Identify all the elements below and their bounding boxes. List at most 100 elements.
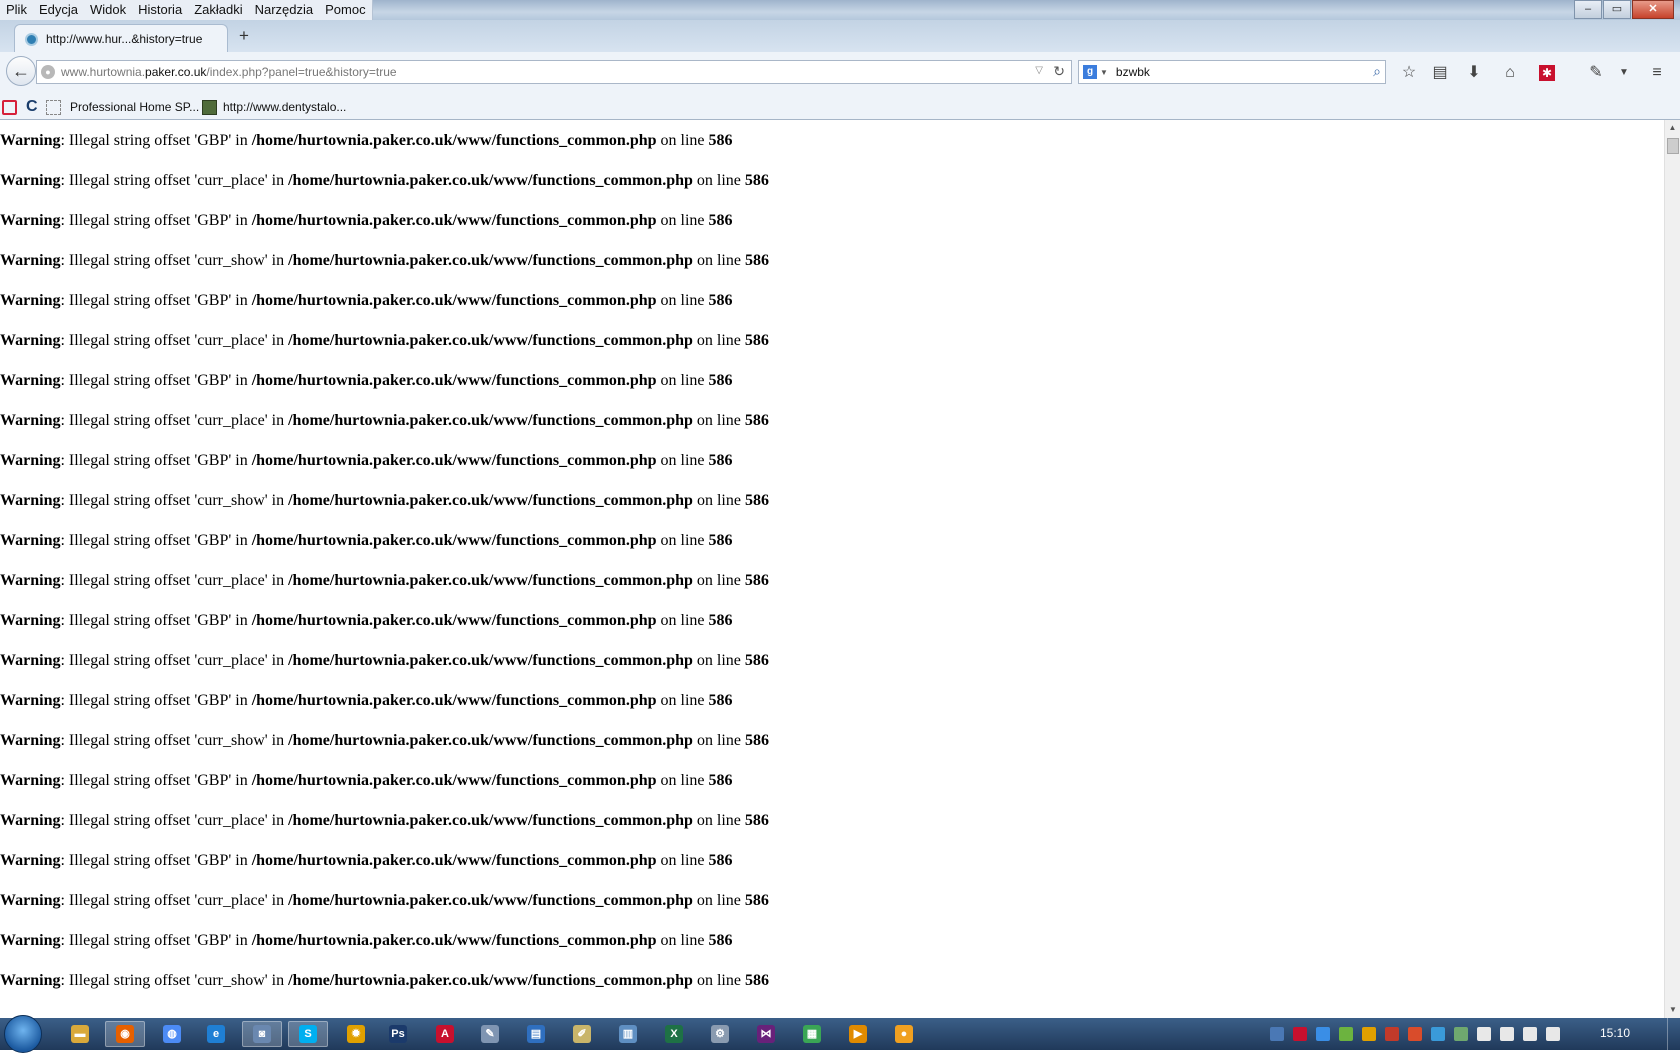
tab-active[interactable]: http://www.hur...&history=true	[14, 24, 228, 53]
tray-icon[interactable]	[1316, 1027, 1330, 1041]
warning-label: Warning	[0, 412, 61, 429]
warning-on-line: on line	[692, 172, 745, 189]
warning-line: Warning: Illegal string offset 'curr_sho…	[0, 970, 769, 992]
tray-icon[interactable]	[1293, 1027, 1307, 1041]
addon-icon[interactable]: ✱	[1539, 65, 1555, 81]
taskbar-app[interactable]: ✐	[562, 1021, 602, 1047]
taskbar-app[interactable]: X	[654, 1021, 694, 1047]
google-icon[interactable]: g	[1083, 65, 1097, 79]
warning-message: : Illegal string offset 'GBP' in	[60, 932, 252, 949]
bookmark-item[interactable]	[2, 98, 23, 116]
scroll-up-arrow-icon[interactable]: ▲	[1665, 120, 1680, 136]
system-tray	[1270, 1018, 1569, 1050]
tray-icon[interactable]	[1523, 1027, 1537, 1041]
tray-icon[interactable]	[1270, 1027, 1284, 1041]
menu-help[interactable]: Pomoc	[319, 0, 371, 20]
taskbar-app[interactable]: ▶	[838, 1021, 878, 1047]
taskbar-app[interactable]: ◙	[242, 1021, 282, 1047]
search-bar[interactable]: g ▼ bzwbk ⌕	[1078, 60, 1386, 84]
tray-icon[interactable]	[1362, 1027, 1376, 1041]
menu-file[interactable]: Plik	[0, 0, 33, 20]
tray-icon[interactable]	[1454, 1027, 1468, 1041]
taskbar-app[interactable]: ▥	[608, 1021, 648, 1047]
warning-on-line: on line	[656, 772, 709, 789]
bookmark-item[interactable]: C	[26, 98, 38, 116]
back-button[interactable]: ←	[6, 56, 36, 86]
minimize-button[interactable]: –	[1574, 0, 1602, 19]
warning-on-line: on line	[656, 452, 709, 469]
warning-on-line: on line	[692, 892, 745, 909]
scroll-thumb[interactable]	[1667, 138, 1679, 154]
warning-message: : Illegal string offset 'curr_place' in	[60, 332, 289, 349]
warning-message: : Illegal string offset 'curr_show' in	[60, 492, 289, 509]
tray-icon[interactable]	[1339, 1027, 1353, 1041]
taskbar-app[interactable]: S	[288, 1021, 328, 1047]
taskbar-app[interactable]: ⋈	[746, 1021, 786, 1047]
taskbar-app[interactable]: ✎	[470, 1021, 510, 1047]
toolbar-dropdown-icon[interactable]: ▼	[1613, 63, 1635, 83]
taskbar-app[interactable]: Ps	[378, 1021, 418, 1047]
warning-label: Warning	[0, 852, 61, 869]
bookmark-label: http://www.dentystalo...	[223, 100, 347, 114]
taskbar-app[interactable]: ▬	[60, 1021, 100, 1047]
new-tab-button[interactable]: +	[234, 26, 254, 46]
bookmark-item[interactable]: Professional Home SP...	[70, 98, 199, 116]
bookmark-item[interactable]	[46, 98, 67, 116]
warning-file-path: /home/hurtownia.paker.co.uk/www/function…	[251, 292, 657, 309]
hamburger-menu-icon[interactable]: ≡	[1646, 63, 1668, 83]
warning-line-number: 586	[708, 452, 733, 469]
taskbar-app[interactable]: ⚙	[700, 1021, 740, 1047]
close-button[interactable]: ✕	[1632, 0, 1674, 19]
menu-edit[interactable]: Edycja	[33, 0, 84, 20]
spreadsheet-icon: X	[665, 1025, 683, 1043]
taskbar-app[interactable]: e	[196, 1021, 236, 1047]
reload-icon[interactable]: ↻	[1053, 63, 1065, 80]
url-bar[interactable]: ● www.hurtownia.paker.co.uk/index.php?pa…	[36, 60, 1072, 84]
search-magnifier-icon[interactable]: ⌕	[1373, 63, 1381, 80]
warning-message: : Illegal string offset 'GBP' in	[60, 772, 252, 789]
warning-on-line: on line	[656, 692, 709, 709]
menu-bookmarks[interactable]: Zakładki	[188, 0, 248, 20]
clock[interactable]: 15:10	[1600, 1026, 1630, 1040]
back-arrow-icon: ←	[12, 61, 30, 81]
bookmark-label: Professional Home SP...	[70, 100, 200, 114]
warning-message: : Illegal string offset 'curr_place' in	[60, 892, 289, 909]
tray-icon[interactable]	[1431, 1027, 1445, 1041]
tray-icon[interactable]	[1385, 1027, 1399, 1041]
search-input[interactable]: bzwbk	[1116, 65, 1150, 79]
menu-history[interactable]: Historia	[132, 0, 188, 20]
url-history-dropdown-icon[interactable]: ▽	[1035, 65, 1043, 76]
warning-file-path: /home/hurtownia.paker.co.uk/www/function…	[251, 212, 657, 229]
bookmark-item[interactable]: http://www.dentystalo...	[202, 98, 346, 116]
globe-icon	[25, 32, 38, 46]
acrobat-icon: A	[436, 1025, 454, 1043]
warning-label: Warning	[0, 492, 61, 509]
taskbar-app[interactable]: ▦	[792, 1021, 832, 1047]
taskbar-app[interactable]: ◉	[105, 1021, 145, 1047]
window-titlebar: Plik Edycja Widok Historia Zakładki Narz…	[0, 0, 1680, 21]
show-desktop-button[interactable]	[1667, 1018, 1680, 1050]
warning-line: Warning: Illegal string offset 'GBP' in …	[0, 290, 733, 312]
scroll-down-arrow-icon[interactable]: ▼	[1665, 1002, 1680, 1018]
taskbar-app[interactable]: ◍	[152, 1021, 192, 1047]
bookmarks-menu-icon[interactable]: ▤	[1429, 63, 1451, 83]
menu-view[interactable]: Widok	[84, 0, 132, 20]
feedback-icon[interactable]: ✎	[1585, 63, 1607, 83]
site-identity-icon[interactable]: ●	[41, 65, 55, 79]
taskbar-app[interactable]: A	[425, 1021, 465, 1047]
tray-icon[interactable]	[1546, 1027, 1560, 1041]
home-icon[interactable]: ⌂	[1499, 63, 1521, 83]
bookmark-star-icon[interactable]: ☆	[1398, 63, 1420, 83]
tray-icon[interactable]	[1408, 1027, 1422, 1041]
vertical-scrollbar[interactable]: ▲ ▼	[1664, 120, 1680, 1018]
taskbar-app[interactable]: ▤	[516, 1021, 556, 1047]
start-button[interactable]	[4, 1015, 42, 1053]
menu-tools[interactable]: Narzędzia	[249, 0, 320, 20]
taskbar-app[interactable]: ●	[884, 1021, 924, 1047]
taskbar-app[interactable]: ✹	[336, 1021, 376, 1047]
tray-icon[interactable]	[1500, 1027, 1514, 1041]
search-engine-dropdown-icon[interactable]: ▼	[1100, 68, 1108, 77]
downloads-icon[interactable]: ⬇	[1463, 63, 1485, 83]
tray-icon[interactable]	[1477, 1027, 1491, 1041]
maximize-button[interactable]: ▭	[1603, 0, 1631, 19]
